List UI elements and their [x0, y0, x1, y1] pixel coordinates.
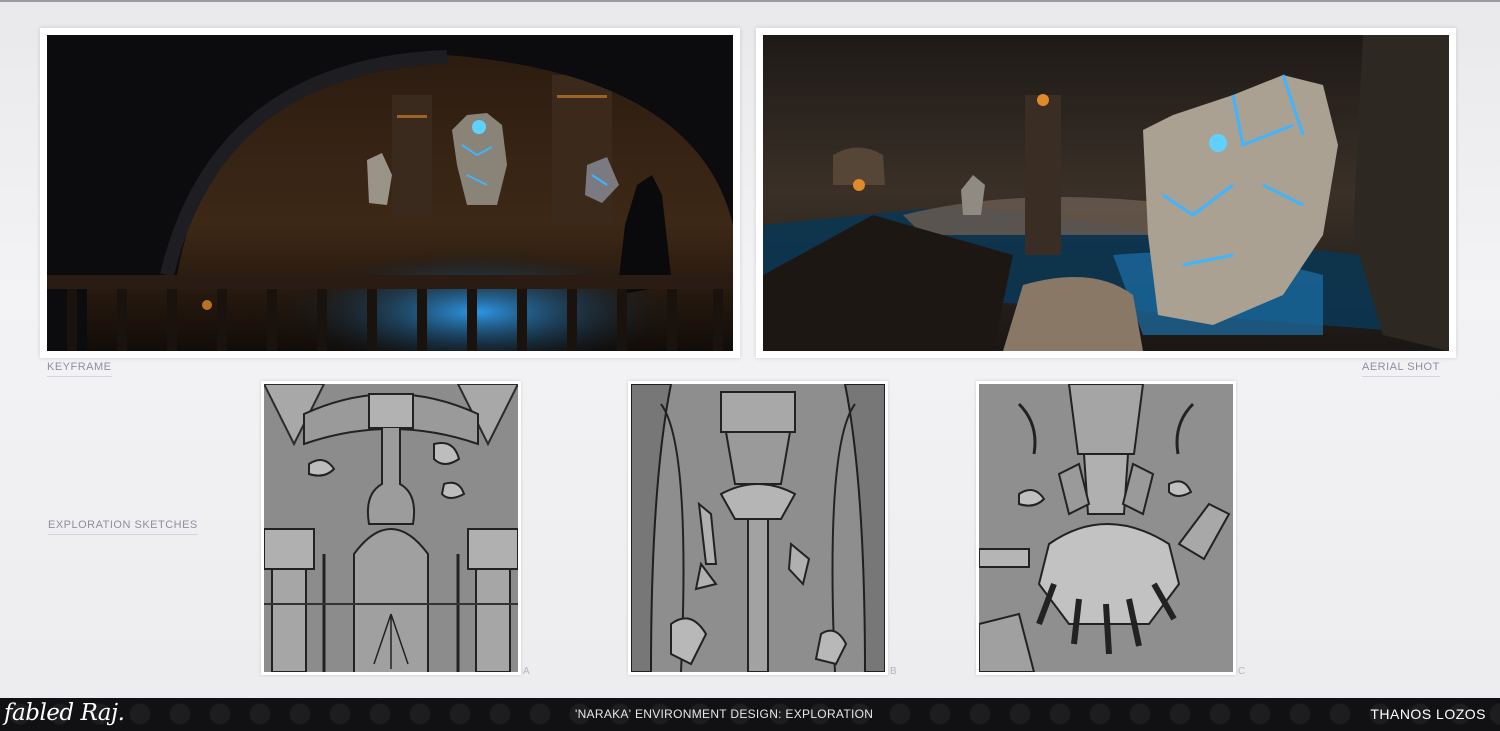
fabled-raj-logo: fabled Raj. [4, 700, 125, 726]
sketch-c-image [979, 384, 1233, 672]
aerial-image [763, 35, 1449, 351]
sketch-a-letter: A [523, 666, 530, 677]
footer-author: THANOS LOZOS [1370, 706, 1486, 722]
aerial-render [756, 28, 1456, 358]
sketch-b-image [631, 384, 885, 672]
keyframe-caption: KEYFRAME [47, 361, 112, 377]
sketch-b [628, 381, 888, 675]
footer-title: 'NARAKA' ENVIRONMENT DESIGN: EXPLORATION [575, 707, 874, 721]
sketch-c-letter: C [1238, 666, 1246, 677]
keyframe-image [47, 35, 733, 351]
sketch-b-letter: B [890, 666, 897, 677]
sketch-a-image [264, 384, 518, 672]
aerial-caption: AERIAL SHOT [1362, 361, 1440, 377]
exploration-caption: EXPLORATION SKETCHES [48, 519, 198, 535]
sketch-c [976, 381, 1236, 675]
sketch-a [261, 381, 521, 675]
keyframe-render [40, 28, 740, 358]
footer-bar: fabled Raj. 'NARAKA' ENVIRONMENT DESIGN:… [0, 698, 1500, 731]
top-rule [0, 0, 1500, 2]
